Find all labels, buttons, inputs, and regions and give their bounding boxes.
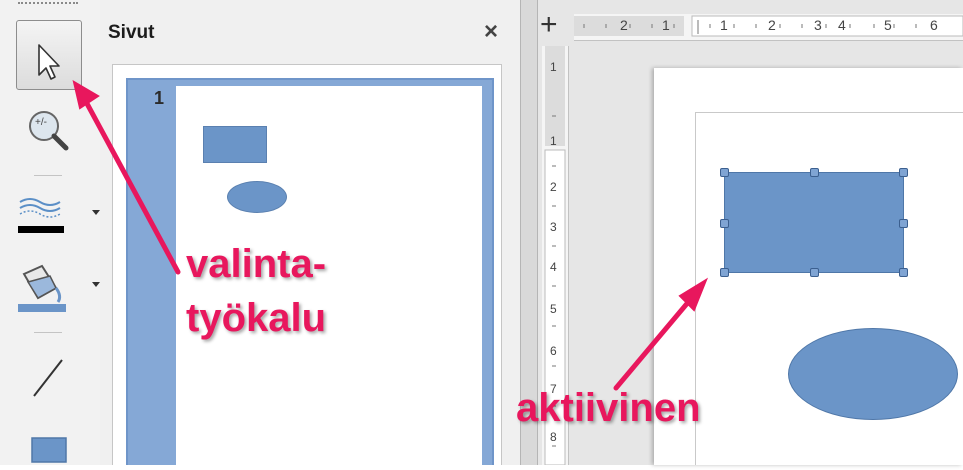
tool-label-line1: valinta- (186, 242, 327, 286)
annotation-arrows (72, 79, 709, 391)
active-label: aktiivinen (516, 386, 701, 430)
tool-label-line2: työkalu (186, 296, 327, 340)
